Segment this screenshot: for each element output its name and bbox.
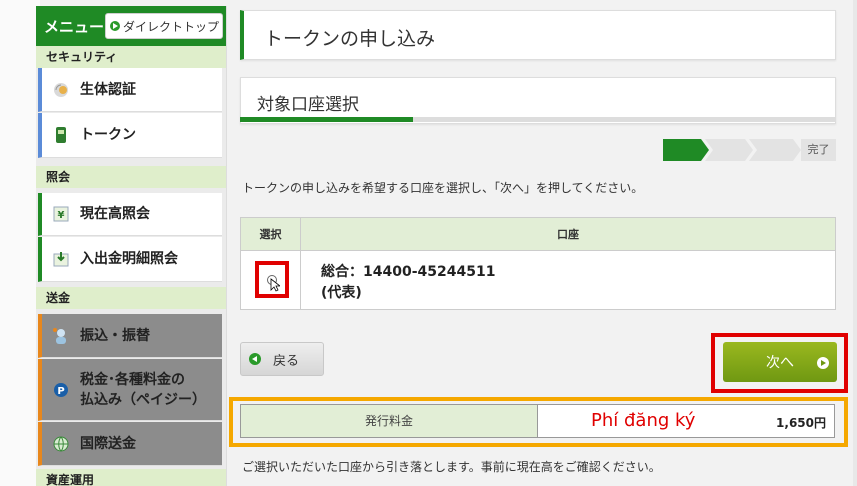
payeasy-icon: P — [52, 381, 70, 399]
sidebar-item-label: 現在高照会 — [80, 206, 150, 222]
step-done-label: 完了 — [801, 139, 836, 161]
sidebar-item-token[interactable]: トークン — [38, 113, 222, 158]
fingerprint-icon — [52, 81, 70, 99]
sidebar: メニュー ダイレクトトップ セキュリティ 生体認証 トークン 照会 ¥ 現在高照… — [36, 6, 227, 486]
fee-value: 1,650円 — [776, 416, 826, 430]
sidebar-item-label: 振込・振替 — [80, 327, 150, 344]
token-device-icon — [52, 126, 70, 144]
menu-title: メニュー — [44, 18, 105, 36]
arrow-right-circle-icon — [110, 21, 120, 31]
sidebar-item-transfer[interactable]: 振込・振替 — [38, 314, 222, 358]
sidebar-item-payeasy[interactable]: P 税金･各種料金の 払込み（ペイジー） — [38, 359, 222, 421]
sidebar-item-label: 税金･各種料金の 払込み（ペイジー） — [80, 370, 206, 410]
page-title-card: トークンの申し込み — [240, 10, 836, 60]
account-owner: (代表) — [321, 285, 362, 301]
step-indicator: 完了 — [663, 139, 836, 161]
arrow-left-circle-icon — [249, 353, 261, 365]
column-header-account: 口座 — [557, 228, 579, 241]
step-progress-bar — [240, 117, 836, 122]
sidebar-item-label: 国際送金 — [80, 435, 136, 452]
footer-note: ご選択いただいた口座から引き落とします。事前に現在高をご確認ください。 — [242, 460, 661, 474]
left-margin — [0, 0, 40, 486]
table-row[interactable]: 総合：14400-45244511 (代表) — [241, 251, 835, 309]
step-title: 対象口座選択 — [257, 95, 359, 115]
globe-icon — [52, 435, 70, 453]
category-transfer: 送金 — [36, 287, 226, 309]
menu-header: メニュー ダイレクトトップ — [36, 6, 226, 46]
sidebar-item-label: トークン — [80, 127, 136, 143]
column-header-select: 選択 — [241, 218, 301, 251]
svg-text:P: P — [57, 386, 64, 397]
direct-top-button[interactable]: ダイレクトトップ — [105, 13, 223, 39]
step-3 — [749, 139, 801, 161]
page-title: トークンの申し込み — [264, 28, 436, 50]
sidebar-item-statement[interactable]: 入出金明細照会 — [38, 237, 222, 282]
radio-highlight-box — [255, 261, 289, 298]
category-security: セキュリティ — [36, 46, 226, 68]
arrow-right-circle-icon — [817, 357, 829, 369]
table-header-row: 選択 口座 — [241, 218, 835, 251]
page: メニュー ダイレクトトップ セキュリティ 生体認証 トークン 照会 ¥ 現在高照… — [0, 0, 857, 486]
step-1-active — [663, 139, 709, 161]
pointer-cursor-icon — [270, 278, 280, 292]
step-progress-fill — [240, 117, 413, 122]
select-cell — [241, 251, 301, 309]
instruction-text: トークンの申し込みを希望する口座を選択し、「次へ」を押してください。 — [242, 181, 644, 195]
fee-label: 発行料金 — [241, 405, 538, 437]
next-button[interactable]: 次へ — [723, 342, 837, 382]
step-2 — [705, 139, 753, 161]
fee-table: 発行料金 Phí đăng ký 1,650円 — [240, 404, 835, 438]
scrollbar[interactable] — [853, 0, 857, 486]
account-number: 総合：14400-45244511 — [321, 264, 496, 280]
back-button-label: 戻る — [273, 353, 300, 369]
account-table: 選択 口座 総合：14400-45244511 (代表) — [240, 217, 836, 310]
sidebar-item-balance[interactable]: ¥ 現在高照会 — [38, 193, 222, 236]
statement-icon — [52, 250, 70, 268]
fee-annotation: Phí đăng ký — [591, 410, 696, 431]
sidebar-item-biometric[interactable]: 生体認証 — [38, 68, 222, 112]
sidebar-item-label-line1: 税金･各種料金の — [80, 371, 185, 388]
svg-text:¥: ¥ — [58, 210, 65, 221]
direct-top-label: ダイレクトトップ — [123, 19, 220, 34]
transfer-user-icon — [52, 327, 70, 345]
balance-icon: ¥ — [52, 205, 70, 223]
sidebar-item-international[interactable]: 国際送金 — [38, 422, 222, 466]
next-button-label: 次へ — [766, 355, 794, 371]
main-content: トークンの申し込み 対象口座選択 完了 トークンの申し込みを希望する口座を選択し… — [229, 0, 850, 486]
sidebar-item-label: 生体認証 — [80, 81, 136, 98]
sidebar-item-label: 入出金明細照会 — [80, 251, 178, 267]
sidebar-item-label-line2: 払込み（ペイジー） — [80, 391, 206, 408]
category-asset: 資産運用 — [36, 469, 226, 486]
category-inquiry: 照会 — [36, 166, 226, 188]
back-button[interactable]: 戻る — [240, 342, 324, 376]
